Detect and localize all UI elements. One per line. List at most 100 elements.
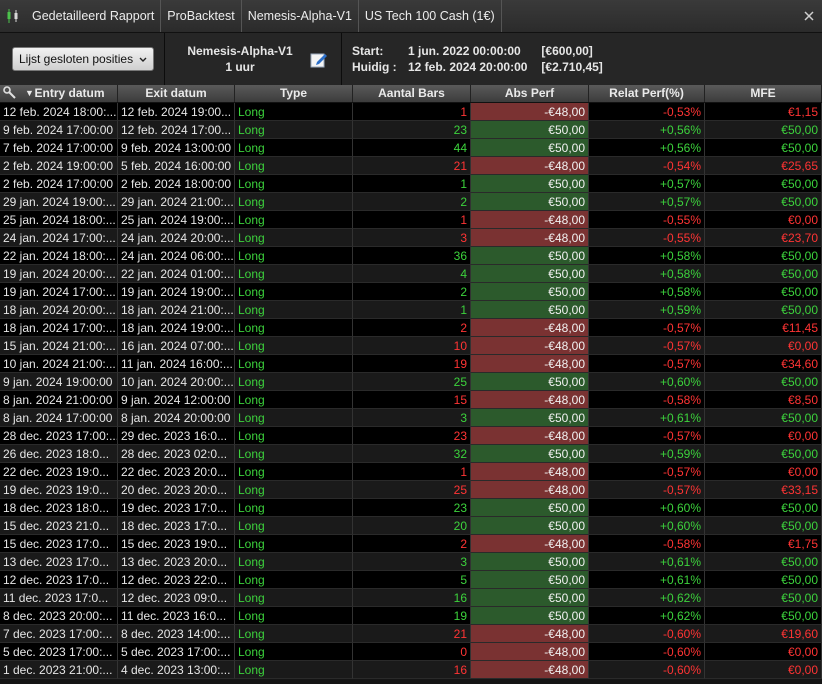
column-header-type[interactable]: Type [235,85,353,102]
view-selector-label: Lijst gesloten posities [19,52,134,66]
exit-date-cell: 12 dec. 2023 22:0... [118,571,235,589]
table-row[interactable]: 7 dec. 2023 17:00:... 8 dec. 2023 14:00:.… [0,625,822,643]
abs-perf-cell: -€48,00 [471,463,589,481]
type-cell: Long [235,553,353,571]
exit-date-cell: 19 jan. 2024 19:00:... [118,283,235,301]
breadcrumb-system[interactable]: Nemesis-Alpha-V1 [242,0,359,32]
breadcrumb-probacktest[interactable]: ProBacktest [161,0,242,32]
entry-date-cell: 29 jan. 2024 19:00:... [0,193,118,211]
entry-date-cell: 25 jan. 2024 18:00:... [0,211,118,229]
entry-date-cell: 19 jan. 2024 20:00:... [0,265,118,283]
bars-cell: 5 [353,571,471,589]
current-amount: [€2.710,45] [541,60,603,74]
type-cell: Long [235,103,353,121]
entry-date-cell: 10 jan. 2024 21:00:... [0,355,118,373]
table-row[interactable]: 8 dec. 2023 20:00:... 11 dec. 2023 16:0..… [0,607,822,625]
table-row[interactable]: 8 jan. 2024 17:00:00 8 jan. 2024 20:00:00… [0,409,822,427]
breadcrumb-instrument[interactable]: US Tech 100 Cash (1€) [359,0,502,32]
table-row[interactable]: 7 feb. 2024 17:00:00 9 feb. 2024 13:00:00… [0,139,822,157]
table-row[interactable]: 10 jan. 2024 21:00:... 11 jan. 2024 16:00… [0,355,822,373]
rel-perf-cell: -0,60% [589,661,705,679]
table-row[interactable]: 18 dec. 2023 18:0... 19 dec. 2023 17:0...… [0,499,822,517]
table-row[interactable]: 26 dec. 2023 18:0... 28 dec. 2023 02:0...… [0,445,822,463]
abs-perf-cell: €50,00 [471,139,589,157]
table-row[interactable]: 15 jan. 2024 21:00:... 16 jan. 2024 07:00… [0,337,822,355]
rel-perf-cell: +0,59% [589,301,705,319]
table-row[interactable]: 1 dec. 2023 21:00:... 4 dec. 2023 13:00:.… [0,661,822,679]
entry-date-cell: 2 feb. 2024 17:00:00 [0,175,118,193]
table-row[interactable]: 9 jan. 2024 19:00:00 10 jan. 2024 20:00:.… [0,373,822,391]
table-row[interactable]: 8 jan. 2024 21:00:00 9 jan. 2024 12:00:00… [0,391,822,409]
table-row[interactable]: 19 jan. 2024 20:00:... 22 jan. 2024 01:00… [0,265,822,283]
type-cell: Long [235,121,353,139]
table-row[interactable]: 5 dec. 2023 17:00:... 5 dec. 2023 17:00:.… [0,643,822,661]
system-name: Nemesis-Alpha-V1 [187,44,293,58]
column-header-exit-date[interactable]: Exit datum [118,85,235,102]
table-row[interactable]: 15 dec. 2023 17:0... 15 dec. 2023 19:0...… [0,535,822,553]
rel-perf-cell: +0,58% [589,247,705,265]
rel-perf-cell: -0,57% [589,481,705,499]
table-row[interactable]: 11 dec. 2023 17:0... 12 dec. 2023 09:0...… [0,589,822,607]
column-header-abs-perf[interactable]: Abs Perf [471,85,589,102]
column-header-rel-perf[interactable]: Relat Perf(%) [589,85,705,102]
entry-date-cell: 7 dec. 2023 17:00:... [0,625,118,643]
entry-date-cell: 18 jan. 2024 20:00:... [0,301,118,319]
bars-cell: 3 [353,553,471,571]
table-row[interactable]: 19 jan. 2024 17:00:... 19 jan. 2024 19:00… [0,283,822,301]
abs-perf-cell: -€48,00 [471,625,589,643]
system-timeframe: 1 uur [225,60,255,74]
table-row[interactable]: 22 jan. 2024 18:00:... 24 jan. 2024 06:00… [0,247,822,265]
table-row[interactable]: 18 jan. 2024 17:00:... 18 jan. 2024 19:00… [0,319,822,337]
type-cell: Long [235,571,353,589]
table-row[interactable]: 25 jan. 2024 18:00:... 25 jan. 2024 19:00… [0,211,822,229]
bars-cell: 2 [353,283,471,301]
rel-perf-cell: +0,58% [589,283,705,301]
mfe-cell: €0,00 [705,463,822,481]
mfe-cell: €1,15 [705,103,822,121]
exit-date-cell: 4 dec. 2023 13:00:... [118,661,235,679]
entry-date-cell: 15 dec. 2023 21:0... [0,517,118,535]
table-row[interactable]: 2 feb. 2024 17:00:00 2 feb. 2024 18:00:00… [0,175,822,193]
type-cell: Long [235,463,353,481]
close-icon[interactable] [802,9,816,23]
view-selector-area: Lijst gesloten posities [0,33,165,85]
type-cell: Long [235,499,353,517]
table-row[interactable]: 18 jan. 2024 20:00:... 18 jan. 2024 21:00… [0,301,822,319]
table-row[interactable]: 22 dec. 2023 19:0... 22 dec. 2023 20:0...… [0,463,822,481]
exit-date-cell: 19 dec. 2023 17:0... [118,499,235,517]
mfe-cell: €0,00 [705,337,822,355]
table-row[interactable]: 24 jan. 2024 17:00:... 24 jan. 2024 20:00… [0,229,822,247]
exit-date-cell: 11 jan. 2024 16:00:... [118,355,235,373]
table-row[interactable]: 9 feb. 2024 17:00:00 12 feb. 2024 17:00..… [0,121,822,139]
table-row[interactable]: 28 dec. 2023 17:00:... 29 dec. 2023 16:0.… [0,427,822,445]
mfe-cell: €23,70 [705,229,822,247]
exit-date-cell: 5 dec. 2023 17:00:... [118,643,235,661]
mfe-cell: €50,00 [705,445,822,463]
breadcrumb-detailed-report[interactable]: Gedetailleerd Rapport [26,0,162,32]
bars-cell: 23 [353,499,471,517]
table-row[interactable]: 19 dec. 2023 19:0... 20 dec. 2023 20:0...… [0,481,822,499]
mfe-cell: €50,00 [705,607,822,625]
rel-perf-cell: +0,60% [589,499,705,517]
table-row[interactable]: 12 dec. 2023 17:0... 12 dec. 2023 22:0...… [0,571,822,589]
table-row[interactable]: 15 dec. 2023 21:0... 18 dec. 2023 17:0...… [0,517,822,535]
table-row[interactable]: 2 feb. 2024 19:00:00 5 feb. 2024 16:00:00… [0,157,822,175]
exit-date-cell: 24 jan. 2024 06:00:... [118,247,235,265]
start-label: Start: [352,44,384,58]
bars-cell: 21 [353,625,471,643]
table-row[interactable]: 29 jan. 2024 19:00:... 29 jan. 2024 21:00… [0,193,822,211]
column-header-entry-date[interactable]: ▼ Entry datum [0,85,118,102]
abs-perf-cell: -€48,00 [471,337,589,355]
wrench-icon[interactable] [3,86,16,104]
column-header-bars[interactable]: Aantal Bars [353,85,471,102]
rel-perf-cell: -0,60% [589,625,705,643]
exit-date-cell: 18 dec. 2023 17:0... [118,517,235,535]
view-selector-dropdown[interactable]: Lijst gesloten posities [12,47,155,71]
table-row[interactable]: 13 dec. 2023 17:0... 13 dec. 2023 20:0...… [0,553,822,571]
table-row[interactable]: 12 feb. 2024 18:00:... 12 feb. 2024 19:00… [0,103,822,121]
edit-icon[interactable] [309,50,329,70]
bars-cell: 36 [353,247,471,265]
abs-perf-cell: -€48,00 [471,157,589,175]
abs-perf-cell: €50,00 [471,589,589,607]
column-header-mfe[interactable]: MFE [705,85,822,102]
